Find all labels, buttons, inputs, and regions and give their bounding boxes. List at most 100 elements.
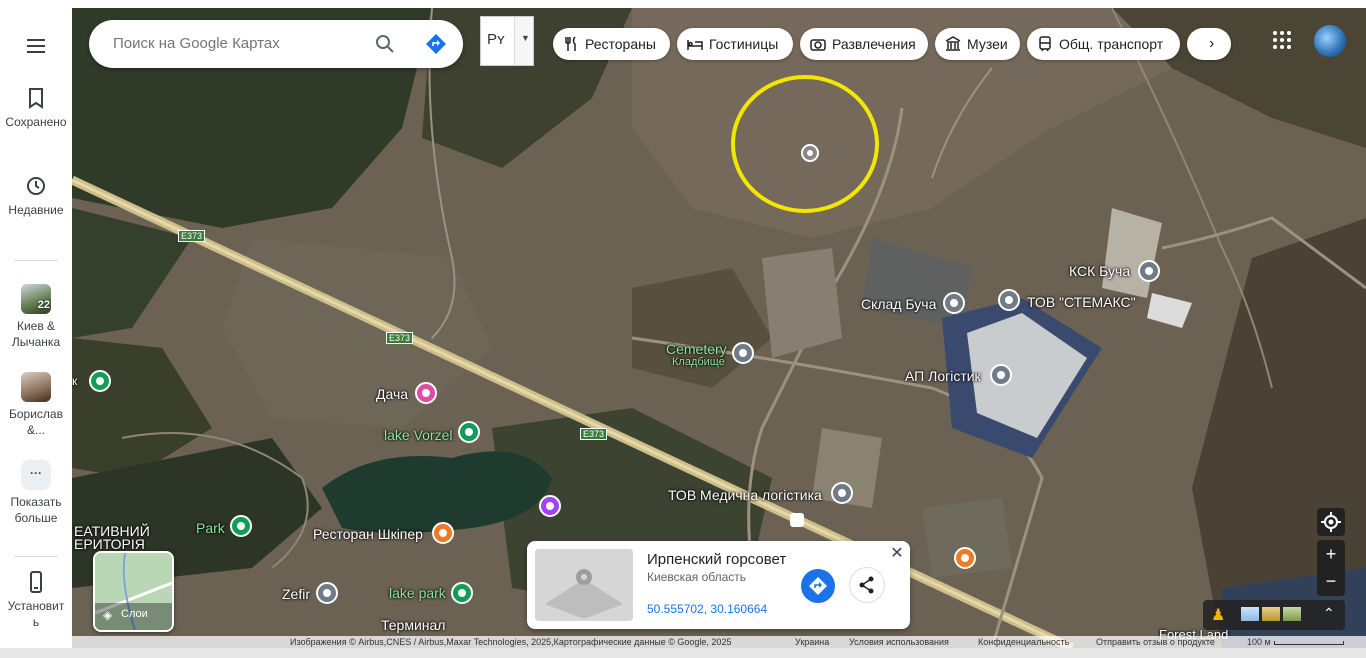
place-pin-food[interactable] — [954, 547, 976, 569]
search-box — [89, 20, 463, 68]
chip-entertainment[interactable]: Развлечения — [800, 28, 928, 60]
bookmark-icon — [29, 88, 43, 109]
footer-feedback-link[interactable]: Отправить отзыв о продукте — [1096, 636, 1215, 648]
place-label-sklad[interactable]: Склад Буча — [861, 296, 936, 312]
chevron-right-icon: › — [1209, 35, 1215, 52]
zoom-out-button[interactable]: − — [1317, 568, 1345, 596]
place-pin-dacha[interactable] — [415, 382, 437, 404]
apps-grid-icon[interactable] — [1272, 30, 1292, 50]
place-pin-lake-vorzel[interactable] — [458, 421, 480, 443]
place-label-dacha[interactable]: Дача — [376, 386, 408, 402]
place-label-ap-logistik[interactable]: АП Логістик — [905, 368, 981, 384]
share-button[interactable] — [849, 567, 885, 603]
layers-button[interactable]: ◈ Слои — [93, 551, 174, 632]
map-footer: Изображения © Airbus,CNES / Airbus,Maxar… — [72, 636, 1366, 648]
thumbnail-count-badge: 22 — [37, 299, 50, 311]
sidebar-item-show-more[interactable]: ··· Показать больше — [0, 460, 72, 526]
menu-icon — [27, 39, 45, 53]
scale-label[interactable]: 100 м — [1247, 636, 1271, 648]
sidebar: Сохранено Недавние 22 Киев & Лычанка Бор… — [0, 8, 73, 648]
place-pin-stemaks[interactable] — [998, 289, 1020, 311]
road-shield-e373: E373 — [386, 332, 414, 344]
place-label-park[interactable]: Park — [196, 520, 225, 536]
menu-button[interactable] — [0, 34, 72, 62]
sidebar-item-recent-place-1[interactable]: 22 Киев & Лычанка — [0, 284, 72, 350]
place-label-cemetery[interactable]: Cemetery — [666, 341, 727, 357]
sidebar-item-label: Недавние — [8, 203, 64, 217]
place-label-stemaks[interactable]: ТОВ "СТЕМАКС" — [1027, 294, 1136, 310]
imagery-thumb-1[interactable] — [1241, 607, 1259, 621]
chip-restaurants[interactable]: Рестораны — [553, 28, 670, 60]
road-shield-e373: E373 — [178, 230, 206, 242]
top-strip — [0, 0, 1366, 8]
restaurant-icon — [565, 36, 576, 51]
place-label-restoran[interactable]: Ресторан Шкіпер — [313, 526, 423, 542]
place-pin-left[interactable] — [89, 370, 111, 392]
sidebar-item-saved[interactable]: Сохранено — [0, 86, 72, 130]
language-selector[interactable]: Рʏ ▼ — [480, 16, 534, 66]
hotel-icon — [687, 40, 703, 50]
footer-terms-link[interactable]: Условия использования — [849, 636, 949, 648]
place-coordinates[interactable]: 50.555702, 30.160664 — [647, 602, 767, 616]
plus-icon: + — [1325, 544, 1337, 564]
place-label-ksk-bucha[interactable]: КСК Буча — [1069, 263, 1130, 279]
place-title: Ирпенский горсовет — [647, 551, 787, 568]
minus-icon: − — [1325, 571, 1337, 591]
place-pin-restoran[interactable] — [432, 522, 454, 544]
history-icon — [27, 177, 45, 195]
zoom-in-button[interactable]: + — [1317, 540, 1345, 568]
chip-museums[interactable]: Музеи — [935, 28, 1020, 60]
place-pin-park[interactable] — [230, 515, 252, 537]
my-location-button[interactable] — [1317, 508, 1345, 536]
selected-location-pin[interactable] — [801, 144, 819, 162]
chevron-down-icon[interactable]: ▼ — [514, 17, 533, 65]
chip-label: Музеи — [967, 36, 1008, 52]
place-label-kreativniy-2: ЕРИТОРІЯ — [74, 536, 145, 552]
footer-privacy-link[interactable]: Конфиденциальность — [978, 636, 1069, 648]
place-pin-cemetery[interactable] — [732, 342, 754, 364]
sidebar-item-install[interactable]: Установить — [0, 570, 72, 630]
chips-next-button[interactable]: › — [1187, 28, 1231, 60]
transit-icon — [1039, 36, 1051, 52]
chip-transit[interactable]: Общ. транспорт — [1027, 28, 1180, 60]
place-label-lake-vorzel[interactable]: lake Vorzel — [384, 427, 452, 443]
place-pin-lake-park[interactable] — [451, 582, 473, 604]
imagery-thumb-2[interactable] — [1262, 607, 1280, 621]
place-pin-tov-med[interactable] — [831, 482, 853, 504]
imagery-thumb-3[interactable] — [1283, 607, 1301, 621]
place-label-tov-med[interactable]: ТОВ Медична логістика — [668, 487, 822, 503]
language-label: Рʏ — [487, 31, 505, 48]
directions-icon[interactable] — [424, 32, 448, 56]
bus-stop-icon[interactable] — [790, 513, 804, 527]
phone-icon — [30, 571, 42, 593]
directions-button[interactable] — [801, 569, 835, 603]
place-label-zefir[interactable]: Zefir — [282, 586, 310, 602]
chevron-up-icon[interactable]: ⌃ — [1323, 605, 1335, 622]
search-icon[interactable] — [373, 32, 397, 56]
place-pin-zefir[interactable] — [316, 582, 338, 604]
close-icon[interactable]: ✕ — [888, 543, 906, 562]
pegman-icon[interactable]: ♟ — [1211, 605, 1225, 625]
search-input[interactable] — [111, 34, 355, 53]
chip-hotels[interactable]: Гостиницы — [677, 28, 793, 60]
place-pin-ksk-bucha[interactable] — [1138, 260, 1160, 282]
account-avatar[interactable] — [1314, 25, 1346, 57]
layers-icon: ◈ — [103, 608, 113, 622]
place-label-terminal[interactable]: Терминал — [381, 617, 445, 633]
sidebar-item-label: Сохранено — [5, 115, 67, 129]
sidebar-item-recent-place-2[interactable]: Борислав &... — [0, 372, 72, 438]
place-info-card[interactable]: Ирпенский горсовет Киевская область 50.5… — [527, 541, 910, 629]
sidebar-item-label: Установить — [7, 599, 65, 629]
place-photo[interactable] — [535, 549, 633, 621]
place-label-left: к — [72, 374, 78, 388]
place-pin-ap-logistik[interactable] — [990, 364, 1012, 386]
sidebar-item-recent[interactable]: Недавние — [0, 174, 72, 218]
my-location-icon — [1321, 512, 1341, 532]
place-label-lake-park[interactable]: lake park — [389, 585, 446, 601]
place-pin-castle[interactable] — [539, 495, 561, 517]
place-pin-sklad[interactable] — [943, 292, 965, 314]
layers-label: Слои — [121, 608, 148, 620]
sidebar-item-label: Киев & Лычанка — [11, 319, 61, 349]
museum-icon — [945, 36, 961, 51]
footer-country[interactable]: Украина — [795, 636, 829, 648]
